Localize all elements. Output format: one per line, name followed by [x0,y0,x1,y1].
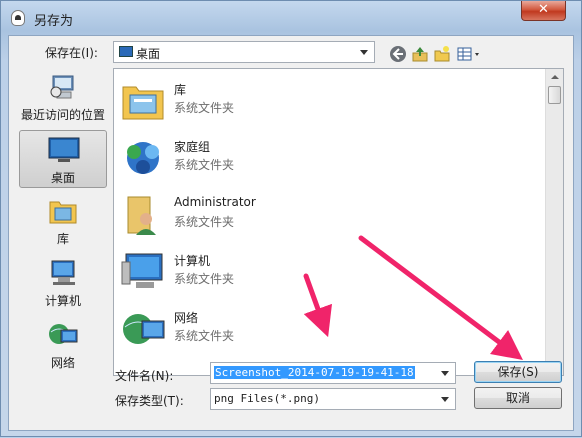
places-bar: 最近访问的位置 桌面 库 计算机 网络 [19,68,109,372]
file-type: 系统文件夹 [174,158,235,172]
desktop-icon [48,137,80,162]
place-label: 库 [56,232,69,246]
back-icon[interactable] [389,45,407,63]
save-as-dialog: 另存为 ✕ 保存在(I): 桌面 最近访问的位置 桌面 库 计算机 网络 库 系… [0,0,582,437]
qq-penguin-icon [11,10,25,26]
title-bar[interactable]: 另存为 ✕ [1,1,581,35]
window-title: 另存为 [34,14,74,29]
scroll-thumb[interactable] [548,86,561,104]
place-recent[interactable]: 最近访问的位置 [19,68,107,126]
chevron-down-icon[interactable] [441,371,449,376]
file-type: 系统文件夹 [174,215,235,229]
place-libraries[interactable]: 库 [19,192,107,250]
place-label: 桌面 [50,171,75,185]
place-label: 网络 [50,356,75,370]
filename-field[interactable]: Screenshot_2014-07-19-19-41-18 [210,362,456,384]
filetype-select[interactable]: png Files(*.png) [210,388,456,410]
place-label: 最近访问的位置 [20,108,105,122]
place-network[interactable]: 网络 [19,316,107,374]
file-type: 系统文件夹 [174,272,235,286]
list-item[interactable]: 计算机 系统文件夹 [114,244,544,300]
place-desktop[interactable]: 桌面 [19,130,107,188]
filename-value: Screenshot_2014-07-19-19-41-18 [214,366,415,379]
network-icon [123,314,165,344]
network-icon [49,324,78,344]
filetype-label: 保存类型(T): [115,394,184,408]
file-name: 库 [174,83,187,97]
close-button[interactable]: ✕ [521,1,566,21]
file-name: Administrator [174,195,256,209]
location-combo[interactable]: 桌面 [113,41,375,63]
libraries-icon [49,201,77,224]
computer-icon [51,260,75,285]
view-menu-icon[interactable] [457,45,485,63]
list-item[interactable]: 网络 系统文件夹 [114,301,544,357]
file-name: 网络 [174,311,199,325]
dialog-body: 保存在(I): 桌面 最近访问的位置 桌面 库 计算机 网络 库 系统文件夹 家… [8,35,574,431]
computer-icon [121,253,163,288]
recent-places-icon [50,75,74,99]
file-type: 系统文件夹 [174,101,235,115]
list-item[interactable]: Administrator 系统文件夹 [114,187,544,243]
place-label: 计算机 [44,294,81,308]
homegroup-icon [127,142,159,174]
scroll-up-arrow-icon[interactable] [547,70,562,85]
vertical-scrollbar[interactable] [545,69,563,375]
cancel-button[interactable]: 取消 [474,387,562,409]
file-name: 计算机 [174,254,211,268]
libraries-icon [122,86,164,120]
chevron-down-icon [360,50,368,55]
save-button[interactable]: 保存(S) [474,361,562,383]
new-folder-icon[interactable] [433,45,451,63]
file-list[interactable]: 库 系统文件夹 家庭组 系统文件夹 Administrator 系统文件夹 计算… [113,68,564,376]
chevron-down-icon [441,397,449,402]
list-item[interactable]: 库 系统文件夹 [114,73,544,129]
user-folder-icon [127,196,156,235]
list-item[interactable]: 家庭组 系统文件夹 [114,130,544,186]
place-computer[interactable]: 计算机 [19,254,107,312]
file-type: 系统文件夹 [174,329,235,343]
up-folder-icon[interactable] [411,45,429,63]
location-value: 桌面 [136,47,161,61]
save-in-label: 保存在(I): [45,46,98,60]
filename-label: 文件名(N): [115,369,174,383]
desktop-icon [119,46,133,57]
file-name: 家庭组 [174,140,211,154]
filetype-value: png Files(*.png) [214,392,320,405]
